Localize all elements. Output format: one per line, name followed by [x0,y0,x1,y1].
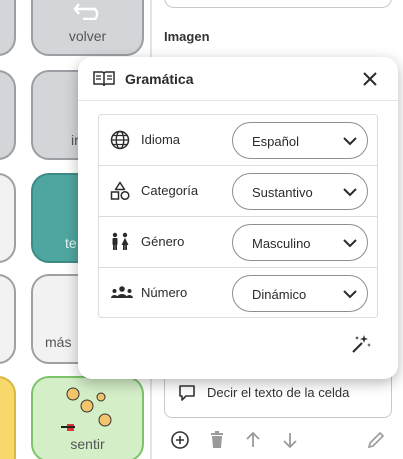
return-icon [73,3,99,20]
grammar-row-number: Número Dinámico [99,268,377,319]
dialog-header: Gramática [78,57,398,101]
number-value: Dinámico [252,287,307,302]
arrow-up-icon[interactable] [244,430,262,450]
shapes-icon [110,181,130,201]
number-select[interactable]: Dinámico [232,275,368,312]
arrow-down-icon[interactable] [281,430,299,450]
dialog-title: Gramática [125,71,194,87]
cell-left-partial-5[interactable] [0,376,16,459]
pencil-icon[interactable] [366,430,386,450]
gender-select[interactable]: Masculino [232,224,368,261]
category-label: Categoría [141,183,199,198]
category-select[interactable]: Sustantivo [232,173,368,210]
cell-top-left-partial[interactable] [0,0,16,56]
people-gender-icon [112,232,129,250]
label-text-field[interactable] [164,0,392,8]
emotions-pictogram-icon [61,387,112,431]
language-select[interactable]: Español [232,122,368,159]
close-icon[interactable] [360,69,380,89]
magic-wand-icon[interactable] [350,333,372,355]
number-label: Número [141,285,188,300]
grammar-options-list: Idioma Español Categoría Sustantivo Géne… [98,114,378,318]
book-icon [93,71,115,87]
language-label: Idioma [141,132,181,147]
cell-left-partial-3[interactable] [0,173,16,263]
grammar-row-gender: Género Masculino [99,217,377,268]
globe-icon [110,130,130,150]
image-section-label: Imagen [164,29,210,44]
speech-bubble-icon [179,385,195,401]
group-icon [111,286,133,298]
cell-actions-toolbar [164,428,392,452]
cell-label-volver: volver [68,28,107,44]
cell-volver[interactable]: volver [31,0,144,56]
cell-sentir[interactable]: sentir [31,376,144,459]
chevron-down-icon [343,137,357,146]
add-circle-icon[interactable] [170,430,190,450]
delete-icon[interactable] [208,430,226,450]
chevron-down-icon [343,239,357,248]
speak-option-label: Decir el texto de la celda [207,385,350,400]
category-value: Sustantivo [252,185,313,200]
grammar-row-category: Categoría Sustantivo [99,166,377,217]
grammar-dialog: Gramática Idioma Español Categoría Susta… [78,57,398,379]
cell-left-partial-2[interactable] [0,70,16,160]
cell-label-sentir: sentir [70,436,105,452]
cell-left-partial-4[interactable] [0,274,16,364]
language-value: Español [252,134,299,149]
chevron-down-icon [343,188,357,197]
grammar-row-language: Idioma Español [99,115,377,166]
gender-label: Género [141,234,185,249]
gender-value: Masculino [252,236,311,251]
chevron-down-icon [343,290,357,299]
